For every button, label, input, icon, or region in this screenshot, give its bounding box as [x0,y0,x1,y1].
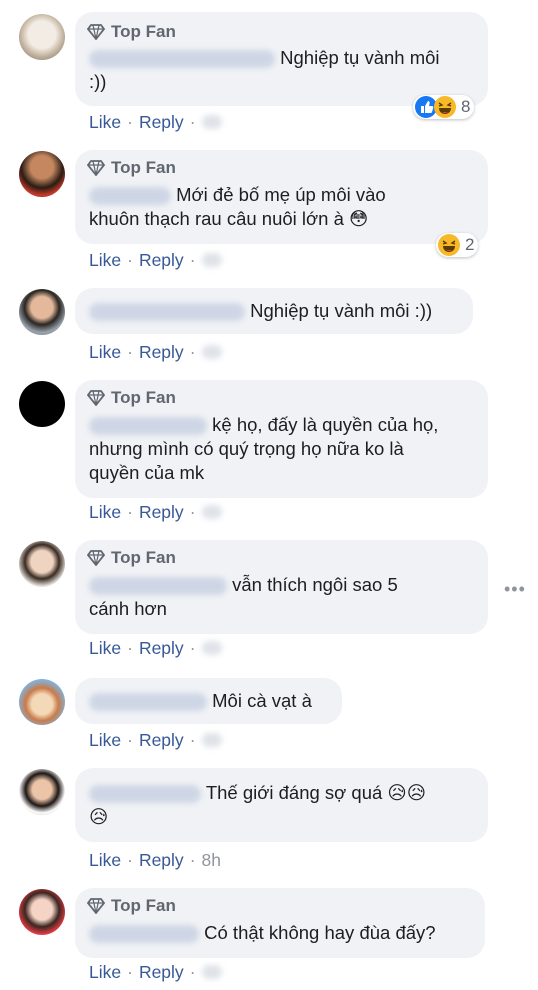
comment-text: Mới đẻ bố mẹ úp môi vào khuôn thạch rau … [89,184,386,229]
reply-button[interactable]: Reply [139,730,184,751]
comment-actions: Like · Reply · [89,111,222,133]
diamond-icon [87,24,105,40]
like-button[interactable]: Like [89,342,121,363]
timestamp[interactable] [201,345,222,359]
top-fan-badge: Top Fan [87,158,176,178]
badge-label: Top Fan [111,548,176,567]
author-name[interactable] [89,303,245,322]
like-button[interactable]: Like [89,502,121,523]
comment-actions: Like · Reply · [89,341,222,363]
diamond-icon [87,390,105,406]
reply-button[interactable]: Reply [139,962,184,983]
diamond-icon [87,550,105,566]
comment-actions: Like · Reply · [89,249,222,271]
comment-text: Nghiệp tụ vành môi :)) [89,47,440,92]
top-fan-badge: Top Fan [87,548,176,568]
badge-label: Top Fan [111,158,176,177]
badge-label: Top Fan [111,896,176,915]
timestamp[interactable] [201,965,222,979]
comment-actions: Like · Reply · [89,501,222,523]
author-name[interactable] [89,785,201,804]
reaction-summary[interactable]: 2 [436,233,479,257]
comment-actions: Like · Reply · [89,729,222,751]
comment-text: kệ họ, đấy là quyền của họ, nhưng mình c… [89,414,439,483]
top-fan-badge: Top Fan [87,388,176,408]
reply-button[interactable]: Reply [139,112,184,133]
more-options-icon[interactable]: ••• [504,579,526,600]
author-name[interactable] [89,417,207,436]
badge-label: Top Fan [111,22,176,41]
top-fan-badge: Top Fan [87,22,176,42]
reaction-count: 2 [465,235,475,254]
comment-text: Nghiệp tụ vành môi :)) [89,299,432,323]
diamond-icon [87,160,105,176]
avatar[interactable] [19,151,65,197]
like-button[interactable]: Like [89,962,121,983]
avatar[interactable] [19,541,65,587]
author-name[interactable] [89,50,275,69]
timestamp[interactable] [201,505,222,519]
comment-actions: Like · Reply · 8h [89,849,221,871]
reply-button[interactable]: Reply [139,250,184,271]
reaction-summary[interactable]: 8 [413,95,475,119]
comment-text: Thế giới đáng sợ quá 😥😥 😥 [89,782,427,827]
comment-text: Môi cà vạt à [89,689,312,713]
reply-button[interactable]: Reply [139,638,184,659]
avatar[interactable] [19,769,65,815]
top-fan-badge: Top Fan [87,896,176,916]
comment-actions: Like · Reply · [89,961,222,983]
reply-button[interactable]: Reply [139,342,184,363]
haha-icon [434,96,456,118]
timestamp[interactable] [201,641,222,655]
haha-icon [438,234,460,256]
timestamp[interactable] [201,733,222,747]
badge-label: Top Fan [111,388,176,407]
author-name[interactable] [89,187,171,206]
author-name[interactable] [89,577,227,596]
avatar[interactable] [19,289,65,335]
comment-text: vẫn thích ngôi sao 5 cánh hơn [89,574,398,619]
reaction-count: 8 [461,97,471,116]
like-button[interactable]: Like [89,112,121,133]
like-button[interactable]: Like [89,250,121,271]
comment-text: Có thật không hay đùa đấy? [89,921,436,945]
comment-actions: Like · Reply · [89,637,222,659]
avatar[interactable] [19,679,65,725]
like-button[interactable]: Like [89,638,121,659]
reply-button[interactable]: Reply [139,502,184,523]
like-button[interactable]: Like [89,730,121,751]
like-button[interactable]: Like [89,850,121,871]
reply-button[interactable]: Reply [139,850,184,871]
timestamp[interactable]: 8h [202,850,221,871]
avatar[interactable] [19,889,65,935]
timestamp[interactable] [201,115,222,129]
avatar[interactable] [19,14,65,60]
author-name[interactable] [89,925,199,944]
avatar[interactable] [19,381,65,427]
timestamp[interactable] [201,253,222,267]
diamond-icon [87,898,105,914]
author-name[interactable] [89,693,207,712]
